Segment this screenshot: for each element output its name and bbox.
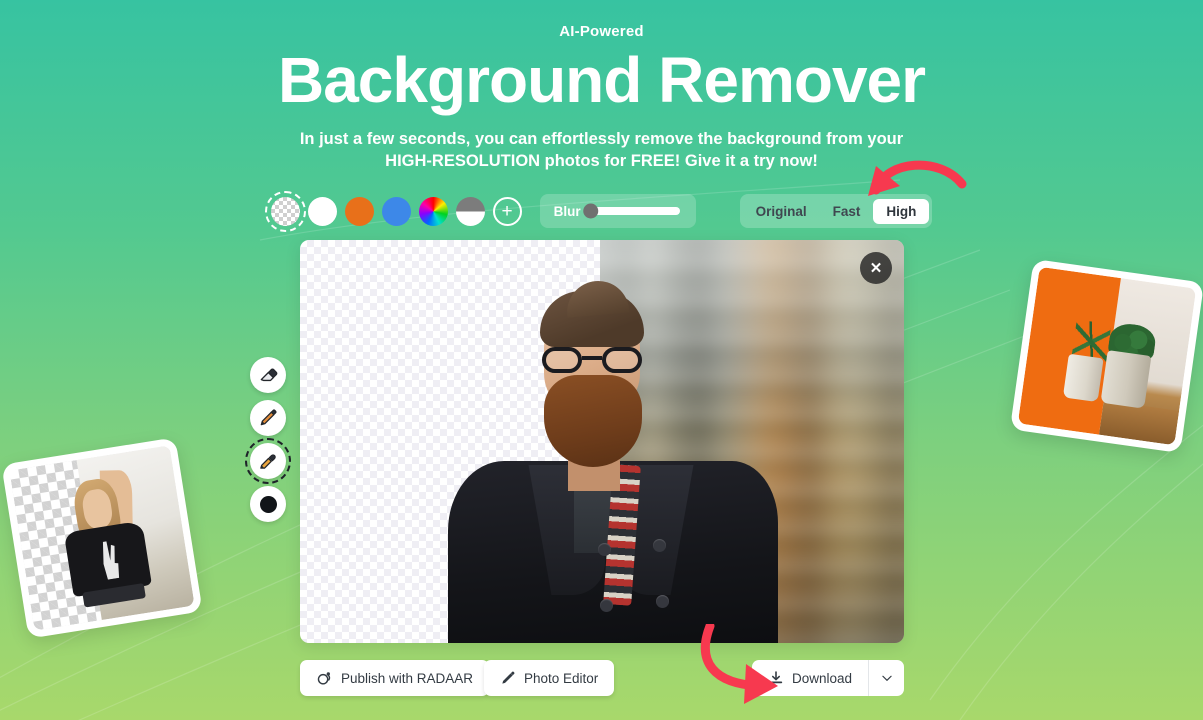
swatch-gray-white[interactable] [455,196,485,226]
brush-size-button[interactable] [250,486,286,522]
sample-thumbnail-left [1,437,203,639]
quality-option-fast[interactable]: Fast [820,199,874,224]
radaar-icon [317,671,331,685]
eyedropper-icon [260,454,276,469]
quality-option-original[interactable]: Original [743,199,820,224]
page-title: Background Remover [277,44,926,116]
brush-tool-button[interactable] [250,400,286,436]
eraser-tool-button[interactable] [250,357,286,393]
download-button[interactable]: Download [751,660,868,696]
quality-option-high[interactable]: High [873,198,930,224]
sample-thumbnail-right [1009,258,1203,454]
swatch-orange[interactable] [344,196,374,226]
editor-toolbar: + Blur Original Fast High [0,190,1203,232]
subject-button-3 [600,599,613,612]
action-bar: Publish with RADAAR Photo Editor Downloa… [300,660,904,696]
subject-beard [544,375,642,467]
photo-editor-button[interactable]: Photo Editor [484,660,615,696]
eyebrow-label: AI-Powered [559,23,644,40]
thumb-right-pot-small [1062,353,1104,403]
subject-button-2 [653,539,666,552]
download-dropdown-button[interactable] [868,660,904,696]
subject-button-1 [598,543,611,556]
tool-rail [245,357,291,522]
glasses-lens-left [542,347,582,373]
subject-glasses [542,347,642,373]
swatch-transparent[interactable] [264,190,306,232]
glasses-lens-right [602,347,642,373]
subject-button-4 [656,595,669,608]
photo-editor-button-label: Photo Editor [524,670,599,686]
pencil-icon [502,671,515,684]
swatch-blue[interactable] [381,196,411,226]
glasses-bridge [582,356,602,360]
publish-with-radaar-button[interactable]: Publish with RADAAR [300,660,490,696]
blur-label: Blur [553,203,581,219]
brush-size-dot-icon [259,495,277,513]
blur-slider[interactable] [582,203,680,219]
quality-toggle-group: Original Fast High [739,194,933,228]
blur-slider-handle[interactable] [582,203,598,219]
publish-button-label: Publish with RADAAR [341,670,474,686]
close-image-button[interactable]: ✕ [860,252,892,284]
page-header: AI-Powered Background Remover In just a … [0,0,1203,172]
swatch-white[interactable] [307,196,337,226]
chevron-down-icon [881,675,892,681]
download-button-label: Download [791,670,852,686]
eyedropper-tool-button[interactable] [245,438,291,484]
blur-control: Blur [539,194,696,228]
image-canvas[interactable]: ✕ [300,240,904,643]
subject-cutout [448,243,778,643]
subject-hair-top [564,278,630,318]
eraser-icon [260,368,278,382]
add-color-button[interactable]: + [492,196,522,226]
page-subtitle: In just a few seconds, you can effortles… [299,130,904,170]
swatch-rainbow[interactable] [418,196,448,226]
thumb-right-pot-large [1100,349,1152,410]
download-icon [769,671,783,684]
background-swatch-list: + [264,190,522,232]
background-remover-page: AI-Powered Background Remover In just a … [0,0,1203,720]
pencil-icon [260,409,277,426]
